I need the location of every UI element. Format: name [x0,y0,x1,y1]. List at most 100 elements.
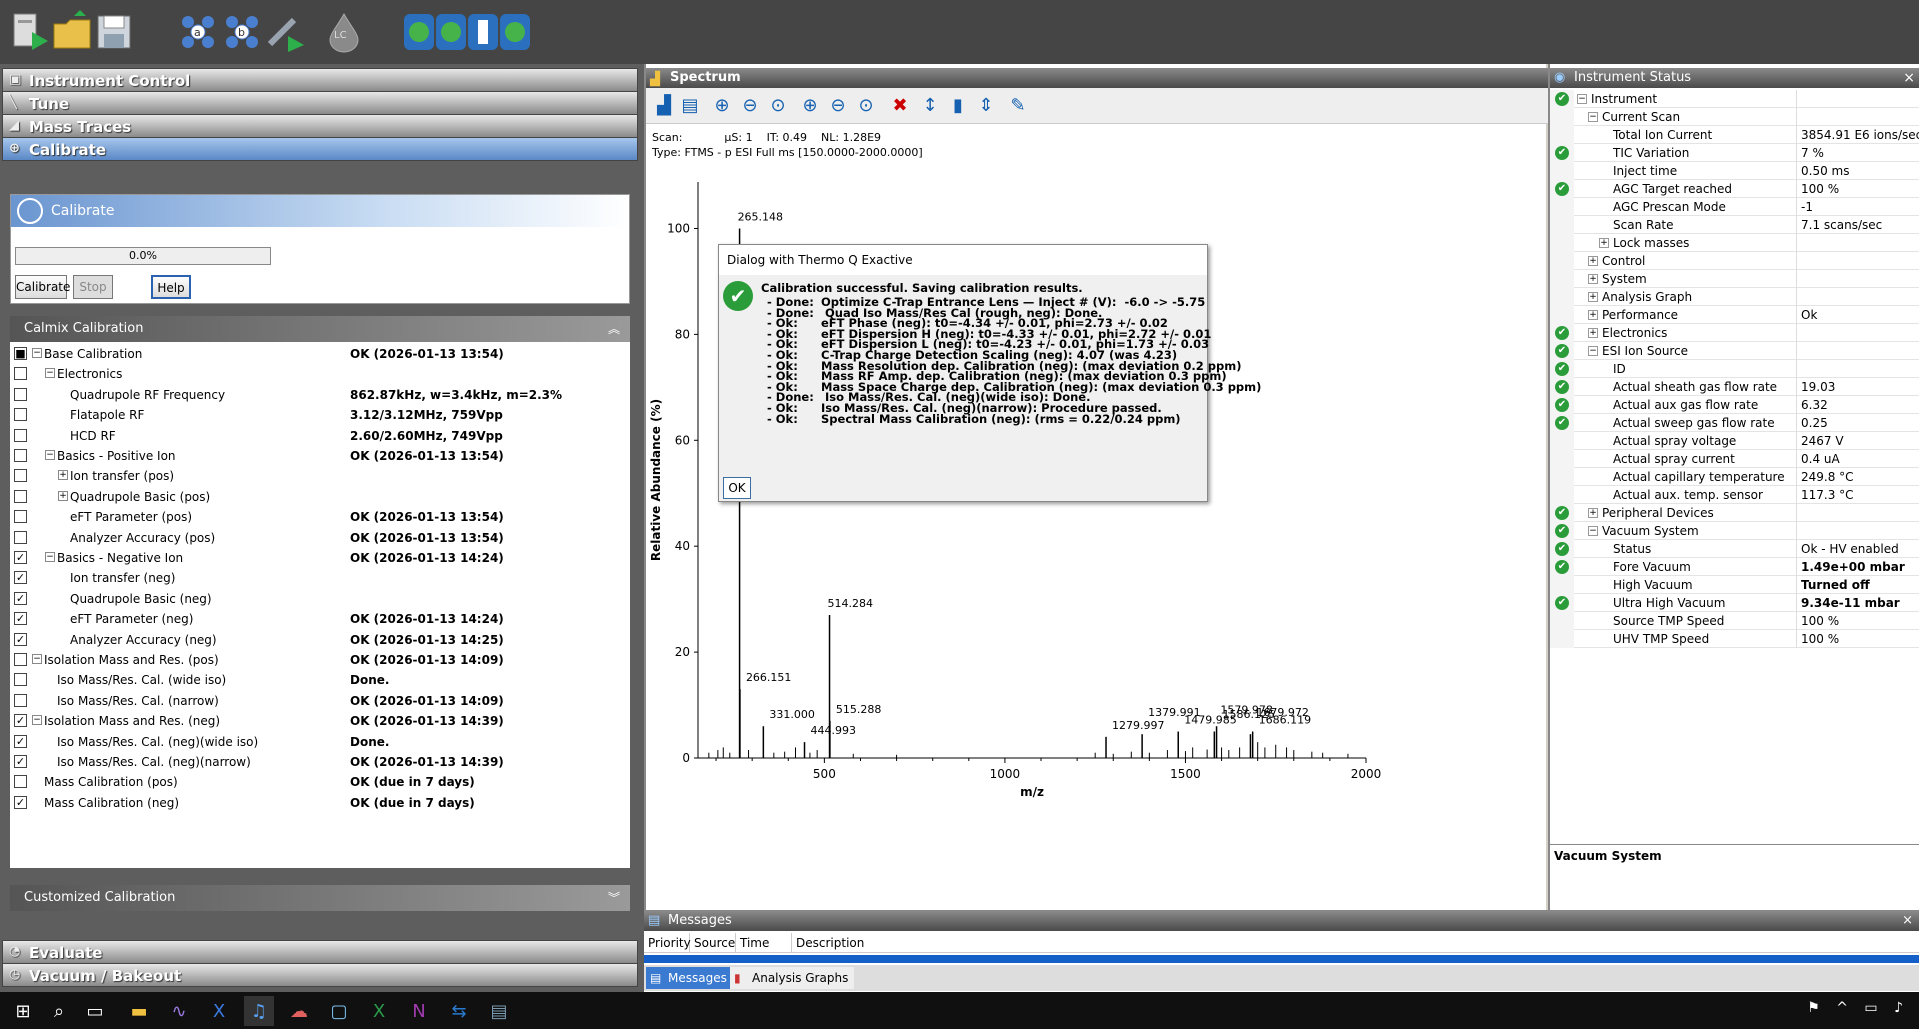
app-doc-icon[interactable]: ▢ [324,996,354,1026]
status-row[interactable]: UHV TMP Speed 100 % [1550,630,1919,648]
nav-tune[interactable]: ╲ Tune [2,91,638,115]
status-row[interactable]: Actual capillary temperature 249.8 °C [1550,468,1919,486]
calmix-row[interactable]: ✓ − Isolation Mass and Res. (neg) OK (2026-… [10,711,630,731]
status-row[interactable]: Scan Rate 7.1 scans/sec [1550,216,1919,234]
status-row[interactable]: − Current Scan [1550,108,1919,126]
expand-icon[interactable]: ︾ [608,885,620,911]
expand-icon[interactable]: + [58,490,68,501]
zoom-x-out-icon[interactable]: ⊖ [824,92,852,120]
collapse-icon[interactable]: − [32,348,42,358]
scale-100-icon[interactable]: ↕ [916,92,944,120]
status-row[interactable]: ✔ ID [1550,360,1919,378]
col-description[interactable]: Description [792,933,1892,953]
status-row[interactable]: ✔ Actual aux gas flow rate 6.32 [1550,396,1919,414]
excel-icon[interactable]: X [364,996,394,1026]
status-row[interactable]: Actual spray voltage 2467 V [1550,432,1919,450]
tab-messages[interactable]: ▤ Messages [646,967,733,989]
calmix-checkbox[interactable]: ✓ [14,591,27,605]
col-priority[interactable]: Priority [644,933,691,953]
help-button[interactable]: Help [151,275,191,299]
save-icon[interactable] [90,8,138,56]
collapse-icon[interactable]: − [1588,112,1598,122]
status-row[interactable]: Actual aux. temp. sensor 117.3 °C [1550,486,1919,504]
expand-icon[interactable]: + [1588,310,1598,320]
search-icon[interactable]: ⌕ [44,996,74,1026]
app-cloud-icon[interactable]: ☁ [284,996,314,1026]
app-wave-icon[interactable]: ∿ [164,996,194,1026]
expand-icon[interactable]: + [1588,292,1598,302]
calmix-row[interactable]: Quadrupole RF Frequency 862.87kHz, w=3.4k… [10,385,630,405]
calmix-checkbox[interactable]: ✓ [14,571,27,585]
app-x-icon[interactable]: X [204,996,234,1026]
col-time[interactable]: Time [736,933,792,953]
calmix-checkbox[interactable]: ✓ [14,612,27,626]
calmix-row[interactable]: eFT Parameter (pos) OK (2026-01-13 13:54) [10,507,630,527]
calmix-row[interactable]: Mass Calibration (pos) OK (due in 7 days) [10,772,630,792]
status-row[interactable]: High Vacuum Turned off [1550,576,1919,594]
chart-icon[interactable]: ▟ [650,92,678,120]
calmix-row[interactable]: HCD RF 2.60/2.60MHz, 749Vpp [10,426,630,446]
close-icon[interactable]: × [1902,911,1913,931]
status-row[interactable]: Source TMP Speed 100 % [1550,612,1919,630]
calmix-checkbox[interactable] [14,428,27,442]
calibrate-button[interactable]: Calibrate [15,275,70,299]
calmix-row[interactable]: + Ion transfer (pos) [10,466,630,486]
calmix-row[interactable]: ✓ − Basics - Negative Ion OK (2026-01-13 14… [10,548,630,568]
customized-calibration-header[interactable]: Customized Calibration ︾ [10,885,630,911]
dialog-ok-button[interactable]: OK [723,477,751,499]
calmix-row[interactable]: ✓ Quadrupole Basic (neg) [10,589,630,609]
status-row[interactable]: ✔ + Electronics [1550,324,1919,342]
task-view-icon[interactable]: ▭ [80,996,110,1026]
calmix-row[interactable]: ✓ Iso Mass/Res. Cal. (neg)(wide iso) Done. [10,732,630,752]
app-monitor-icon[interactable]: ▤ [484,996,514,1026]
stop-button[interactable]: Stop [73,275,113,299]
status-row[interactable]: + Control [1550,252,1919,270]
scale-100-bar-icon[interactable]: ▮ [944,92,972,120]
calmix-checkbox[interactable] [14,653,27,666]
calmix-checkbox[interactable] [14,469,27,483]
col-source[interactable]: Source [690,933,736,953]
nav-evaluate[interactable]: ◔ Evaluate [2,940,638,964]
calmix-header[interactable]: Calmix Calibration ︽ [10,316,630,342]
status-row[interactable]: + Analysis Graph [1550,288,1919,306]
status-row[interactable]: ✔ Actual sweep gas flow rate 0.25 [1550,414,1919,432]
calmix-row[interactable]: − Basics - Positive Ion OK (2026-01-13 13:… [10,446,630,466]
calmix-row[interactable]: − Electronics [10,364,630,384]
calmix-row[interactable]: Analyzer Accuracy (pos) OK (2026-01-13 13… [10,528,630,548]
collapse-icon[interactable]: − [45,368,55,379]
calmix-row[interactable]: Iso Mass/Res. Cal. (narrow) OK (2026-01-1… [10,691,630,711]
zoom-x-in-icon[interactable]: ⊕ [796,92,824,120]
calmix-checkbox[interactable]: ✓ [14,632,27,646]
status-row[interactable]: + System [1550,270,1919,288]
calmix-checkbox[interactable] [14,510,27,524]
zoom-out-icon[interactable]: ⊖ [736,92,764,120]
open-folder-icon[interactable] [48,8,96,56]
nav-vacuum-bakeout[interactable]: ◷ Vacuum / Bakeout [2,963,638,987]
sample-a-icon[interactable]: a [174,8,222,56]
sample-b-icon[interactable]: b [218,8,266,56]
tab-analysis-graphs[interactable]: ▮ Analysis Graphs [730,967,855,989]
calmix-checkbox[interactable]: ✓ [14,795,27,809]
calmix-row[interactable]: ✓ Analyzer Accuracy (neg) OK (2026-01-13 1… [10,630,630,650]
system-tray[interactable]: ⚑ ^ ▭ ♪ [1807,1000,1909,1016]
status-row[interactable]: + Performance Ok [1550,306,1919,324]
collapse-icon[interactable]: ︽ [608,316,620,342]
calmix-checkbox[interactable] [14,693,27,707]
calmix-checkbox[interactable]: ■ [14,347,27,360]
scale-100-y-icon[interactable]: ⇕ [972,92,1000,120]
nav-instrument-control[interactable]: ▣ Instrument Control [2,68,638,92]
zoom-in-icon[interactable]: ⊕ [708,92,736,120]
calmix-row[interactable]: Iso Mass/Res. Cal. (wide iso) Done. [10,670,630,690]
calmix-row[interactable]: + Quadrupole Basic (pos) [10,487,630,507]
calmix-checkbox[interactable] [14,489,27,503]
calmix-checkbox[interactable] [14,673,27,687]
status-row[interactable]: ✔ Actual sheath gas flow rate 19.03 [1550,378,1919,396]
calmix-checkbox[interactable] [14,367,27,381]
status-row[interactable]: ✔ − Instrument [1550,90,1919,108]
calmix-checkbox[interactable] [14,449,27,462]
calmix-checkbox[interactable] [14,530,27,544]
open-method-icon[interactable] [6,8,54,56]
teamviewer-icon[interactable]: ⇆ [444,996,474,1026]
calmix-checkbox[interactable] [14,408,27,422]
status-row[interactable]: AGC Prescan Mode -1 [1550,198,1919,216]
